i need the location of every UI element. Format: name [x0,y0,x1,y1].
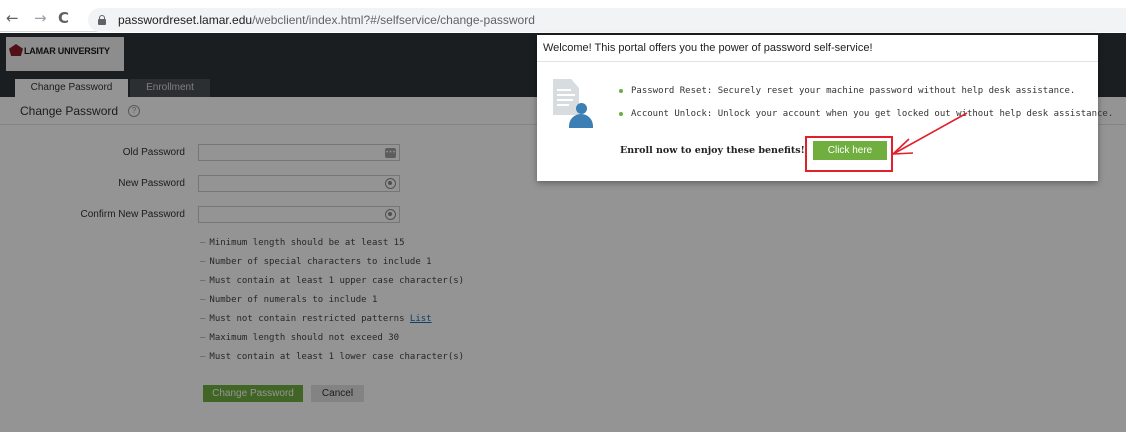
url-host: passwordreset.lamar.edu [118,13,253,27]
benefit-text: Password Reset: Securely reset your mach… [631,86,1076,96]
enroll-prompt: Enroll now to enjoy these benefits! [620,145,805,156]
lock-icon[interactable] [98,15,106,25]
document-user-icon [553,79,593,131]
bullet-icon [619,89,623,93]
popup-title: Welcome! This portal offers you the powe… [543,42,873,54]
address-url: passwordreset.lamar.edu/webclient/index.… [118,13,535,27]
url-path: /webclient/index.html?#/selfservice/chan… [252,13,535,27]
enrollment-popup: Welcome! This portal offers you the powe… [537,35,1113,181]
reload-icon[interactable]: C [58,11,69,26]
forward-arrow-icon[interactable]: → [34,11,47,26]
back-arrow-icon[interactable]: ← [6,11,19,26]
page: LAMAR UNIVERSITY Change Password Enrollm… [0,33,1126,432]
bullet-icon [619,112,623,116]
popup-divider [537,61,1098,62]
address-bar[interactable]: passwordreset.lamar.edu/webclient/index.… [88,8,1126,32]
annotation-arrow-icon [890,112,968,155]
browser-toolbar: ← → C passwordreset.lamar.edu/webclient/… [0,0,1126,32]
